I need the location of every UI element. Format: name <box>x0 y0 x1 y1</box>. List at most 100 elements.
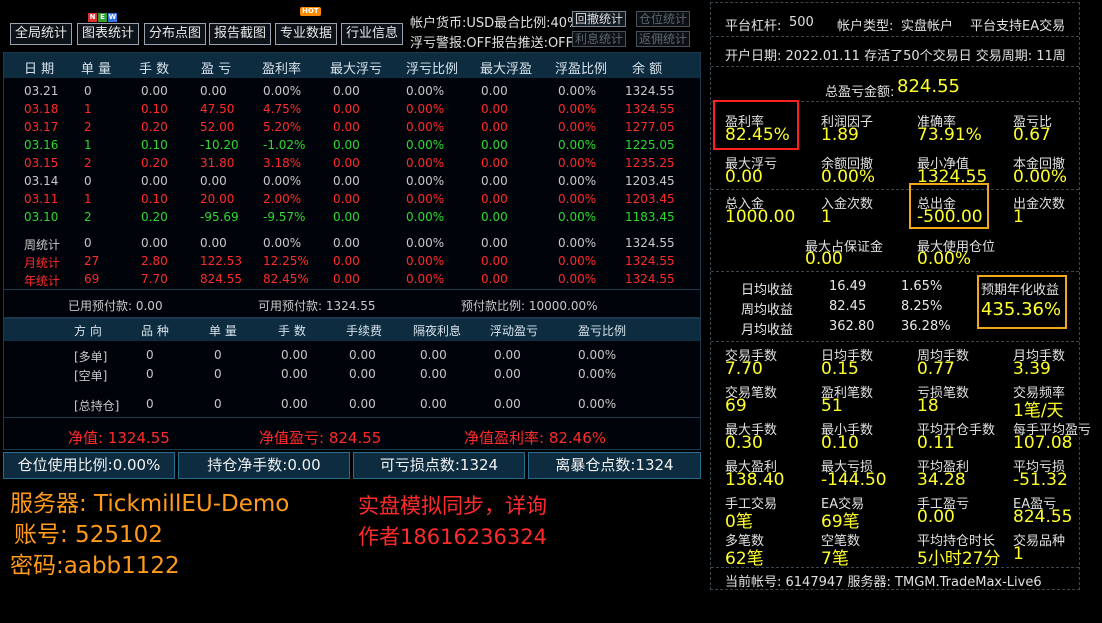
row-date: 年统计 <box>24 274 61 288</box>
col-maxloss: 最大浮亏 <box>330 62 383 77</box>
position-cell: 0 <box>146 367 154 381</box>
pos-col-orders: 单 量 <box>209 324 237 338</box>
row-lots: 0.00 <box>141 174 168 188</box>
position-cell: 0 <box>146 348 154 362</box>
global-stats-button[interactable]: 全局统计 <box>10 23 73 45</box>
row-lossr: 0.00% <box>406 84 445 98</box>
net-value: 净值: 1324.55 <box>68 429 170 447</box>
row-maxprofit: 0.00 <box>481 210 508 224</box>
row-lossr: 0.00% <box>406 174 445 188</box>
row-orders: 27 <box>84 254 100 268</box>
position-stats-button[interactable]: 仓位统计 <box>636 11 691 27</box>
row-date: 03.17 <box>24 120 59 134</box>
row-orders: 0 <box>84 174 92 188</box>
pro-data-button[interactable]: 专业数据 <box>275 23 338 45</box>
account-type-label: 帐户类型: <box>837 19 894 34</box>
stat-value: 0.77 <box>917 359 955 379</box>
row-lossr: 0.00% <box>406 120 445 134</box>
row-profitr: 0.00% <box>558 84 597 98</box>
stat-value: 0.00 <box>917 507 955 527</box>
income-amount: 16.49 <box>829 279 867 294</box>
row-maxloss: 0.00 <box>333 272 360 286</box>
divider <box>711 189 1079 190</box>
row-rate: 4.75% <box>263 102 302 116</box>
row-balance: 1203.45 <box>625 174 675 188</box>
stat-value: 1 <box>821 207 832 227</box>
row-rate: 0.00% <box>263 174 302 188</box>
stat-value: 0.10 <box>821 433 859 453</box>
row-maxloss: 0.00 <box>333 120 360 134</box>
row-orders: 2 <box>84 120 92 134</box>
row-maxprofit: 0.00 <box>481 174 508 188</box>
row-maxloss: 0.00 <box>333 102 360 116</box>
divider <box>4 417 700 418</box>
stat-value: 1 <box>1013 544 1024 564</box>
row-balance: 1324.55 <box>625 254 675 268</box>
rollback-stats-button[interactable]: 回撤统计 <box>572 11 627 27</box>
stat-value: 0笔 <box>725 512 753 532</box>
position-cell: 0.00% <box>578 397 617 411</box>
position-cell: 0.00 <box>281 397 308 411</box>
distribution-chart-button[interactable]: 分布点图 <box>144 23 207 45</box>
position-cell: 0.00 <box>420 397 447 411</box>
row-profitr: 0.00% <box>558 236 597 250</box>
row-balance: 1324.55 <box>625 236 675 250</box>
col-profitr: 浮盈比例 <box>555 62 608 77</box>
income-pct: 1.65% <box>901 279 943 294</box>
position-cell: [空单] <box>74 369 108 383</box>
stop-points-box: 可亏损点数:1324 <box>353 452 525 479</box>
pos-col-fee: 手续费 <box>346 324 383 338</box>
summary-row: 周统计 0 0.00 0.00 0.00% 0.00 0.00% 0.00 0.00% 1324.… <box>4 234 700 252</box>
daily-row: 03.16 1 0.10 -10.20 -1.02% 0.00 0.00% 0.00 0.00%… <box>4 136 700 154</box>
row-balance: 1324.55 <box>625 84 675 98</box>
stat-value: -51.32 <box>1013 470 1068 490</box>
row-lots: 0.00 <box>141 236 168 250</box>
open-date: 开户日期: 2022.01.11 存活了50个交易日 交易周期: 11周 <box>725 49 1066 64</box>
col-orders: 单 量 <box>81 62 112 77</box>
server-info: 服务器: TickmillEU-Demo <box>10 491 290 517</box>
row-date: 03.18 <box>24 102 59 116</box>
stat-value: 0.15 <box>821 359 859 379</box>
income-label: 月均收益 <box>741 323 794 338</box>
positions-header: 方 向 品 种 单 量 手 数 手续费 隔夜利息 浮动盈亏 盈亏比例 <box>4 319 700 341</box>
row-orders: 0 <box>84 84 92 98</box>
income-amount: 82.45 <box>829 299 867 314</box>
divider <box>711 36 1079 37</box>
row-balance: 1225.05 <box>625 138 675 152</box>
row-lossr: 0.00% <box>406 102 445 116</box>
interest-stats-button[interactable]: 利息统计 <box>572 31 627 47</box>
col-date: 日 期 <box>24 62 55 77</box>
row-balance: 1277.05 <box>625 120 675 134</box>
new-badge-w: W <box>108 13 117 22</box>
divider <box>711 567 1079 568</box>
row-rate: 5.20% <box>263 120 302 134</box>
row-pl: 824.55 <box>200 272 242 286</box>
row-rate: -1.02% <box>263 138 306 152</box>
position-usage-box: 仓位使用比例:0.00% <box>3 452 175 479</box>
rebate-stats-button[interactable]: 返佣统计 <box>636 31 691 47</box>
daily-row: 03.14 0 0.00 0.00 0.00% 0.00 0.00% 0.00 0.00% 120… <box>4 172 700 190</box>
row-pl: -95.69 <box>200 210 239 224</box>
promo-line-1: 实盘模拟同步，详询 <box>358 494 547 518</box>
row-pl: 122.53 <box>200 254 242 268</box>
report-screenshot-button[interactable]: 报告截图 <box>209 23 272 45</box>
total-profit-label: 总盈亏金额: <box>825 85 895 100</box>
position-cell: 0.00 <box>281 348 308 362</box>
row-maxprofit: 0.00 <box>481 156 508 170</box>
row-balance: 1324.55 <box>625 272 675 286</box>
chart-stats-button[interactable]: 图表统计 <box>77 23 140 45</box>
toolbar: 全局统计 图表统计 NEW 分布点图 报告截图 专业数据 HOT 行业信息 帐户… <box>0 0 708 51</box>
row-pl: 0.00 <box>200 174 227 188</box>
stat-value: 3.39 <box>1013 359 1051 379</box>
pos-col-swap: 隔夜利息 <box>413 324 462 338</box>
row-maxprofit: 0.00 <box>481 272 508 286</box>
position-cell: 0.00 <box>349 397 376 411</box>
currency-status: 帐户货币:USD最合比例:40% <box>410 16 580 31</box>
industry-info-button[interactable]: 行业信息 <box>341 23 404 45</box>
stat-value: 0.00% <box>1013 167 1068 187</box>
stat-value: 18 <box>917 396 939 416</box>
stat-value: 69 <box>725 396 747 416</box>
pos-col-direction: 方 向 <box>74 324 102 338</box>
annual-return-label: 预期年化收益 <box>981 283 1060 298</box>
account-type-value: 实盘帐户 <box>901 19 954 34</box>
